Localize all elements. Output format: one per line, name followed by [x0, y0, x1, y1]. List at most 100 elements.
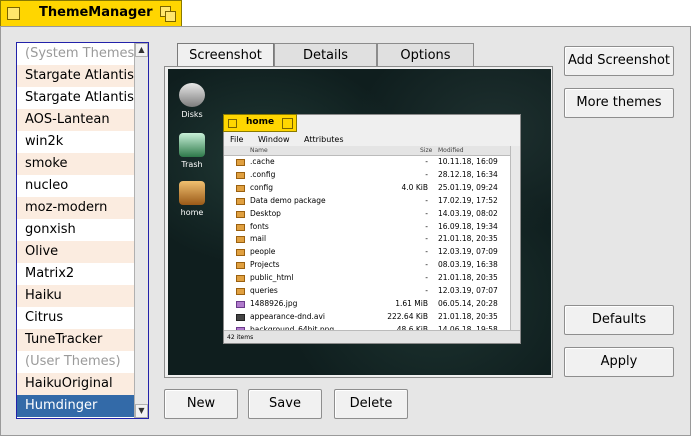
- file-size: 4.0 KiB: [401, 182, 428, 192]
- desktop-icon-disks: Disks: [172, 83, 212, 119]
- file-modified: 14.03.19, 08:02: [438, 208, 498, 218]
- theme-list-item[interactable]: Olive: [17, 241, 134, 263]
- folder-icon: [236, 275, 245, 283]
- file-name: .cache: [250, 157, 275, 166]
- file-name: mail: [250, 234, 267, 244]
- tracker-row: appearance-dnd.avi 222.64 KiB 21.01.18, 20…: [224, 311, 510, 324]
- file-name: people: [250, 247, 276, 257]
- tracker-row: .config -28.12.18, 16:34: [224, 169, 510, 182]
- file-modified: 06.05.14, 20:28: [438, 298, 498, 308]
- column-modified: Modified: [438, 147, 464, 154]
- tracker-row: public_html -21.01.18, 20:35: [224, 272, 510, 285]
- folder-icon: [236, 197, 245, 205]
- theme-screenshot: Disks Trash home home File Window Attrib…: [168, 69, 551, 375]
- tracker-window-tab: home: [223, 114, 297, 132]
- file-modified: 12.03.19, 07:09: [438, 247, 498, 257]
- file-size: -: [425, 273, 428, 283]
- apply-button[interactable]: Apply: [564, 347, 674, 377]
- column-size: Size: [420, 147, 433, 154]
- tracker-row: mail -21.01.18, 20:35: [224, 233, 510, 246]
- folder-icon: [236, 236, 245, 244]
- folder-icon: [236, 262, 245, 270]
- scroll-up-icon[interactable]: ▲: [135, 43, 148, 57]
- new-button[interactable]: New: [164, 389, 238, 419]
- theme-list-item[interactable]: gonxish: [17, 219, 134, 241]
- theme-list-item[interactable]: AOS-Lantean: [17, 109, 134, 131]
- window-tab[interactable]: ThemeManager: [0, 0, 182, 26]
- theme-list-item[interactable]: Haiku: [17, 285, 134, 307]
- file-modified: 28.12.18, 16:34: [438, 169, 498, 179]
- file-size: 222.64 KiB: [387, 311, 428, 321]
- tracker-row: Desktop -14.03.19, 08:02: [224, 208, 510, 221]
- file-modified: 10.11.18, 16:09: [438, 157, 498, 166]
- folder-icon: [236, 223, 245, 231]
- theme-list-item[interactable]: Humdinger: [17, 395, 134, 417]
- delete-button[interactable]: Delete: [334, 389, 408, 419]
- add-screenshot-button[interactable]: Add Screenshot: [564, 46, 674, 76]
- tracker-row: 1488926.jpg 1.61 MiB 06.05.14, 20:28: [224, 298, 510, 311]
- tracker-window-preview: home File Window Attributes Name Size Mo…: [223, 114, 521, 344]
- theme-list-scrollbar[interactable]: ▲ ▼: [134, 43, 148, 418]
- video-file-icon: [236, 313, 245, 321]
- more-themes-button[interactable]: More themes: [564, 88, 674, 118]
- tracker-row: .cache - 10.11.18, 16:09: [224, 156, 510, 169]
- tab-options[interactable]: Options: [377, 43, 474, 67]
- menu-attributes: Attributes: [304, 135, 344, 144]
- theme-list-item[interactable]: Stargate Atlantis: [17, 87, 134, 109]
- scroll-down-icon[interactable]: ▼: [135, 404, 148, 418]
- file-modified: 21.01.18, 20:35: [438, 234, 498, 244]
- desktop-icon-label: home: [180, 208, 204, 217]
- file-modified: 16.09.18, 19:34: [438, 221, 498, 231]
- disks-icon: [179, 83, 205, 107]
- theme-list-item[interactable]: Matrix2: [17, 263, 134, 285]
- trash-icon: [179, 133, 205, 157]
- save-button[interactable]: Save: [248, 389, 322, 419]
- tracker-scrollbar: [510, 146, 520, 330]
- file-modified: 17.02.19, 17:52: [438, 195, 498, 205]
- theme-list[interactable]: (System Themes)Stargate Atlantis ArStarg…: [16, 42, 149, 419]
- tracker-row: queries - 12.03.19, 07:07: [224, 285, 510, 298]
- theme-list-item[interactable]: HaikuOriginal: [17, 373, 134, 395]
- defaults-button[interactable]: Defaults: [564, 305, 674, 335]
- folder-icon: [236, 210, 245, 218]
- desktop-icon-label: Disks: [181, 110, 203, 119]
- folder-icon: [236, 159, 245, 166]
- theme-list-item[interactable]: TuneTracker: [17, 329, 134, 351]
- theme-list-item[interactable]: Citrus: [17, 307, 134, 329]
- tracker-row: Data demo package -17.02.19, 17:52: [224, 195, 510, 208]
- file-name: Desktop: [250, 208, 281, 218]
- file-modified: 21.01.18, 20:35: [438, 273, 498, 283]
- file-size: 1.61 MiB: [395, 298, 428, 308]
- theme-list-item[interactable]: moz-modern: [17, 197, 134, 219]
- menu-file: File: [230, 135, 244, 144]
- file-name: queries: [250, 286, 278, 295]
- desktop-icon-label: Trash: [181, 160, 203, 169]
- file-name: Projects: [250, 260, 280, 270]
- tracker-row: config 4.0 KiB 25.01.19, 09:24: [224, 182, 510, 195]
- theme-list-item[interactable]: Stargate Atlantis Ar: [17, 65, 134, 87]
- file-size: -: [425, 247, 428, 257]
- file-modified: 25.01.19, 09:24: [438, 182, 498, 192]
- theme-list-item[interactable]: nucleo: [17, 175, 134, 197]
- tab-screenshot[interactable]: Screenshot: [177, 43, 274, 68]
- home-folder-icon: [179, 181, 205, 205]
- close-box-icon[interactable]: [7, 7, 20, 20]
- close-box-icon: [228, 119, 237, 128]
- theme-list-item[interactable]: smoke: [17, 153, 134, 175]
- file-name: Data demo package: [250, 195, 326, 205]
- tracker-file-list: .cache -10.11.18, 16:09 .config -28.12.18, …: [224, 156, 510, 330]
- file-name: appearance-dnd.avi: [250, 311, 325, 321]
- tab-details[interactable]: Details: [274, 43, 377, 67]
- folder-icon: [236, 184, 245, 192]
- zoom-box-icon[interactable]: [160, 6, 176, 22]
- file-size: -: [425, 221, 428, 231]
- folder-icon: [236, 288, 245, 295]
- window-title: ThemeManager: [39, 5, 153, 20]
- desktop-icon-trash: Trash: [172, 133, 212, 169]
- tracker-row: fonts -16.09.18, 19:34: [224, 221, 510, 234]
- file-size: -: [425, 208, 428, 218]
- tracker-row: Projects -08.03.19, 16:38: [224, 259, 510, 272]
- folder-icon: [236, 249, 245, 257]
- file-size: -: [425, 195, 428, 205]
- theme-list-item[interactable]: win2k: [17, 131, 134, 153]
